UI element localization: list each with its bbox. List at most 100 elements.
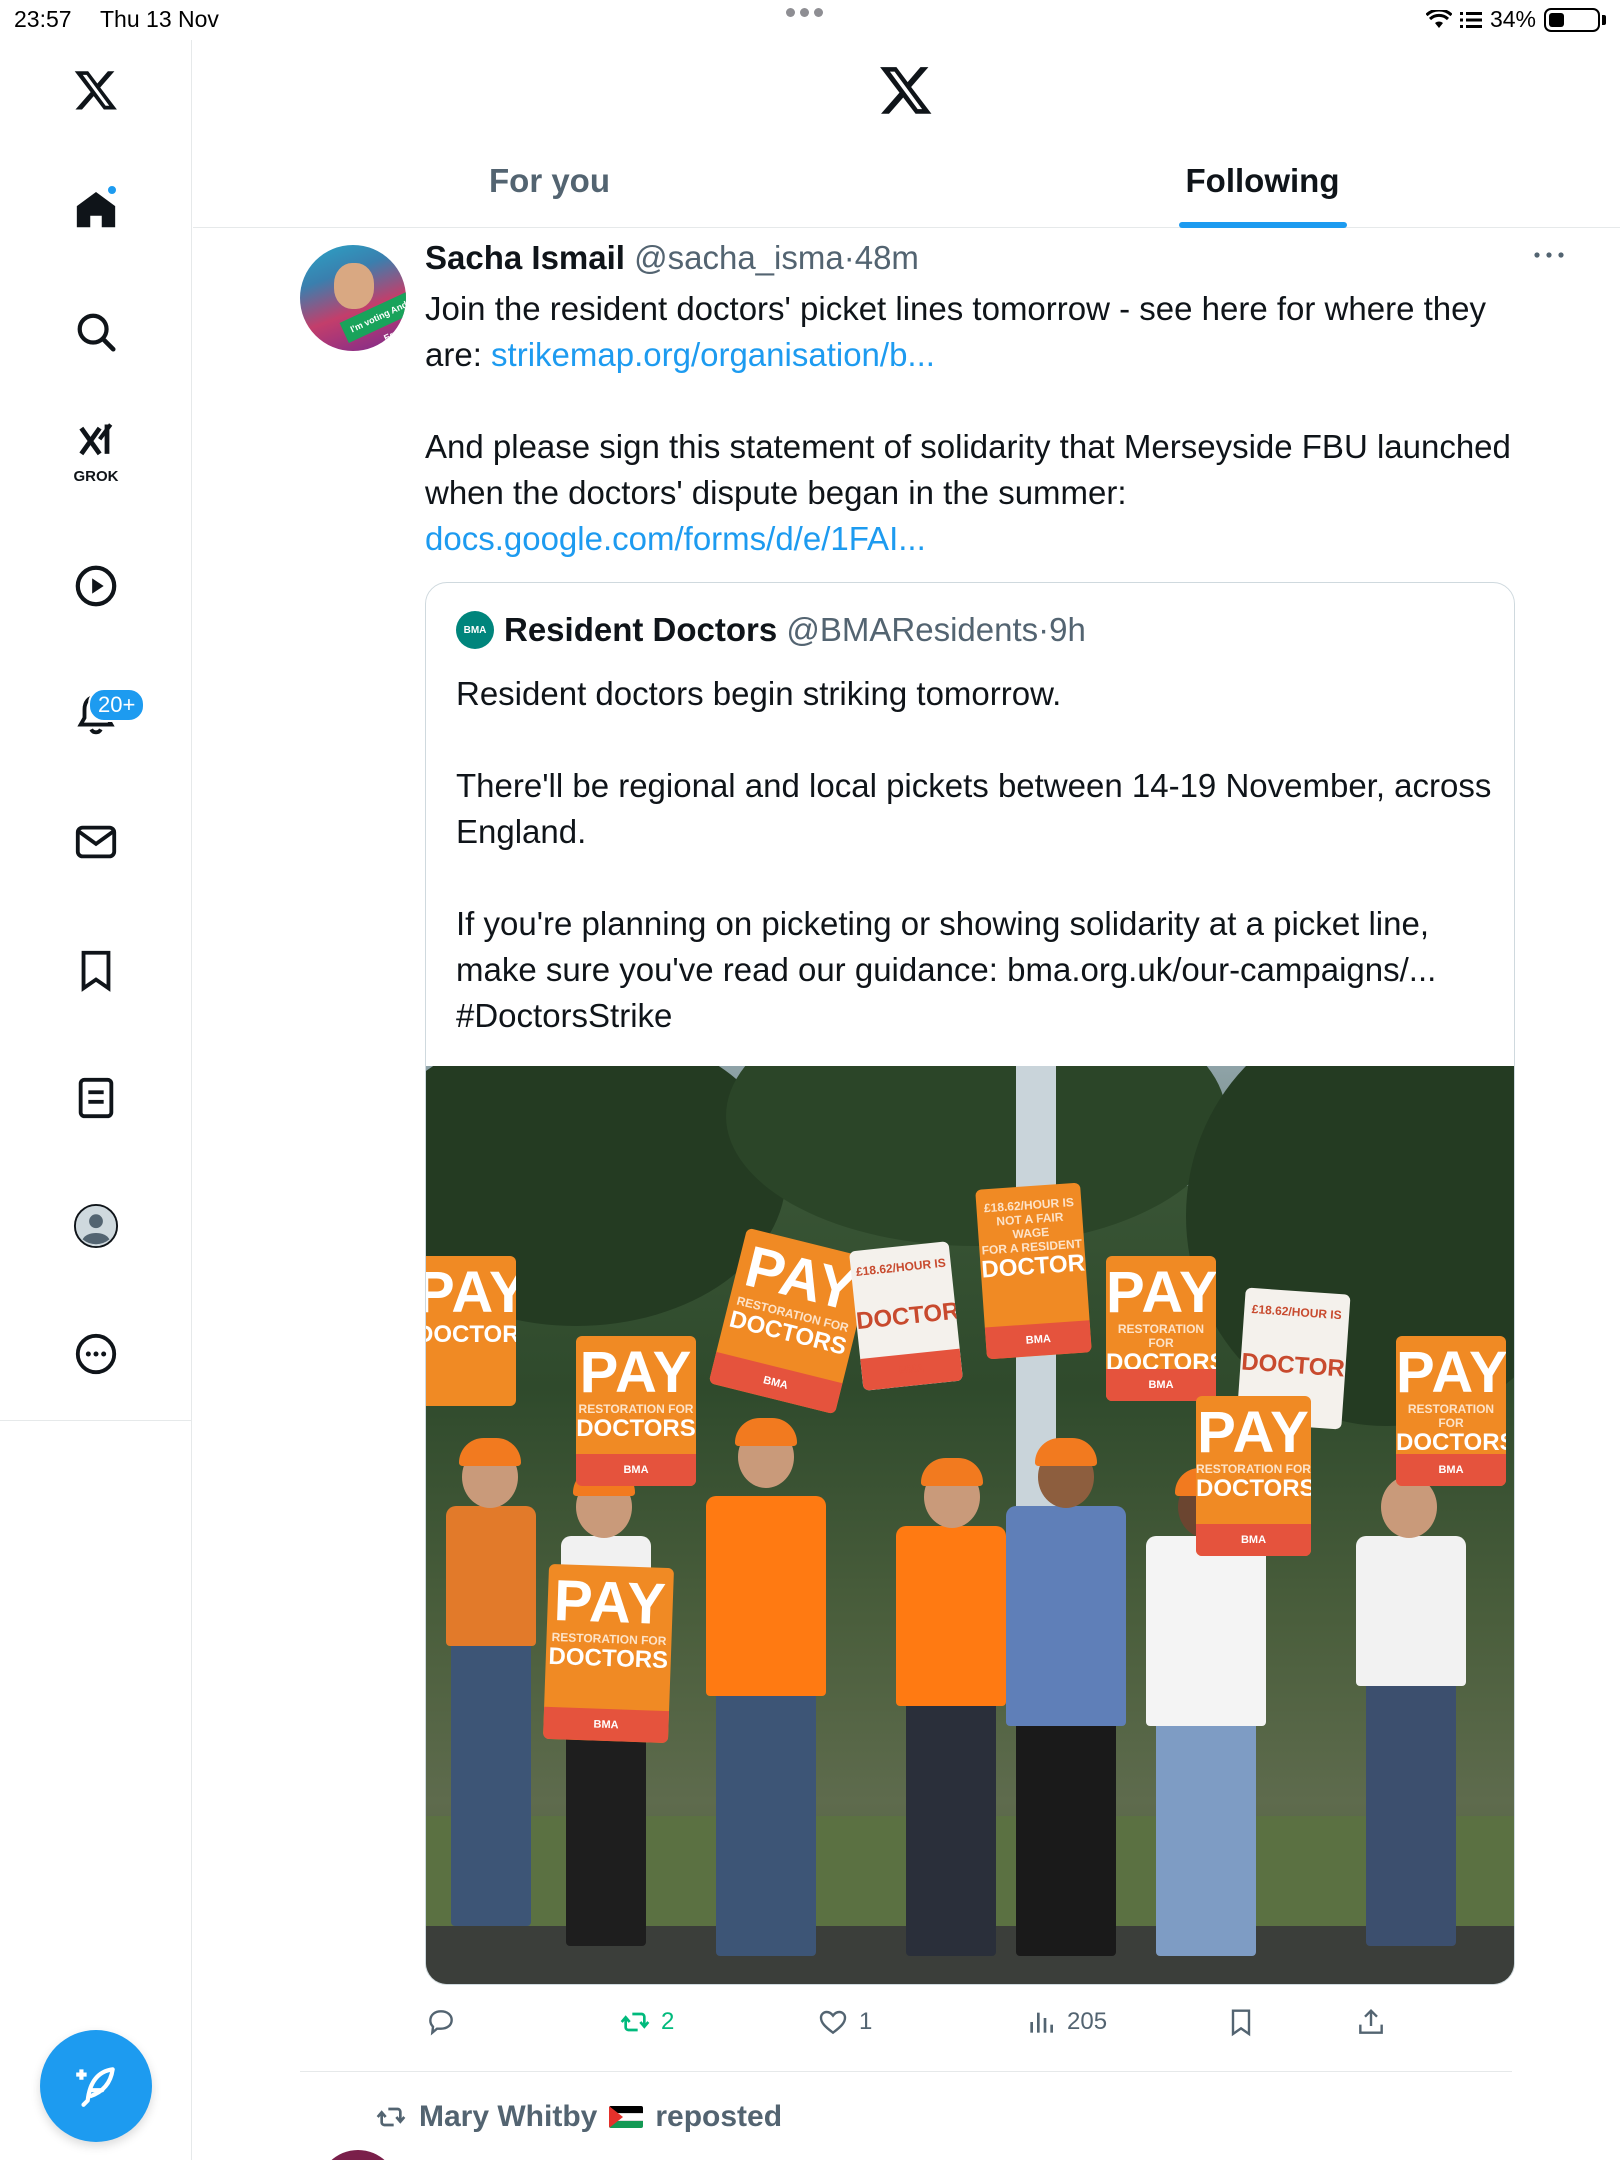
photo-sign: PAY RESTORATION FOR DOCTORS BMA (1106, 1256, 1216, 1401)
sidebar-divider (0, 1420, 192, 1421)
tweet-header: Sacha Ismail @sacha_isma·48m (425, 239, 919, 277)
bookmark-icon[interactable] (66, 940, 126, 1000)
sign-doctor: DOCTOR (980, 1249, 1086, 1284)
status-bar: 23:57 Thu 13 Nov 34% (0, 0, 1620, 40)
photo-person-torso (1356, 1536, 1466, 1686)
tab-for-you-label: For you (489, 162, 610, 199)
quote-hashtag[interactable]: #DoctorsStrike (456, 993, 1496, 1039)
quote-separator-dot: · (1038, 611, 1050, 648)
mail-icon[interactable] (66, 812, 126, 872)
views-count: 205 (1067, 2008, 1108, 2035)
photo-person-legs (716, 1666, 816, 1956)
views-button[interactable]: 205 (1025, 2006, 1107, 2038)
battery-icon (1544, 7, 1600, 32)
bell-icon[interactable]: 20+ (66, 684, 146, 744)
quote-author-handle[interactable]: @BMAResidents (786, 611, 1038, 649)
bookmark-button[interactable] (1225, 2006, 1257, 2038)
quoted-tweet[interactable]: BMA Resident Doctors @BMAResidents · 9h Re… (425, 582, 1515, 1985)
photo-person-torso (446, 1506, 536, 1646)
sign-doctors: DOCTORS (1396, 1429, 1506, 1456)
more-circle-icon[interactable] (66, 1324, 126, 1384)
repost-indicator[interactable]: Mary Whitby reposted (375, 2100, 782, 2134)
tweet-time[interactable]: 48m (855, 239, 919, 276)
search-icon[interactable] (66, 302, 126, 362)
quote-avatar[interactable]: BMA (456, 611, 494, 649)
heart-icon (819, 2010, 847, 2035)
sign-restoration: RESTORATION FOR (1407, 1402, 1495, 1430)
home-unread-dot (106, 184, 118, 196)
photo-sign: PAY RESTORATION FOR DOCTORS BMA (1196, 1396, 1311, 1556)
reposter-name[interactable]: Mary Whitby (419, 2100, 597, 2134)
sign-restoration: RESTORATION FOR (1196, 1462, 1311, 1476)
sign-pay: PAY (426, 1260, 516, 1325)
grok-icon[interactable]: GROK (66, 420, 126, 485)
video-icon[interactable] (66, 556, 126, 616)
photo-person-torso (1146, 1536, 1266, 1726)
tab-for-you[interactable]: For you (193, 140, 906, 228)
separator-dot: · (843, 239, 855, 276)
photo-person-legs (1156, 1706, 1256, 1956)
retweet-count: 2 (661, 2008, 675, 2035)
sign-bma: BMA (542, 1706, 670, 1744)
tweet-divider (300, 2071, 1512, 2072)
tab-following[interactable]: Following (906, 140, 1619, 228)
sign-wage1: £18.62/HOUR IS (1251, 1301, 1343, 1323)
tweet-link-google-form[interactable]: docs.google.com/forms/d/e/1FAI... (425, 520, 926, 557)
quote-header: BMA Resident Doctors @BMAResidents · 9h (456, 611, 1086, 649)
share-button[interactable] (1355, 2006, 1387, 2038)
sign-pay: PAY (579, 1340, 693, 1405)
sign-restoration: RESTORATION FOR (1117, 1322, 1205, 1350)
author-handle[interactable]: @sacha_isma (634, 239, 844, 276)
x-logo-icon[interactable] (66, 60, 126, 120)
lists-icon[interactable] (66, 1068, 126, 1128)
quote-para1: Resident doctors begin striking tomorrow… (456, 675, 1062, 712)
photo-person-legs (451, 1626, 531, 1926)
sign-bma: BMA (576, 1454, 696, 1486)
compose-button[interactable] (40, 2030, 152, 2142)
quote-photo[interactable]: PAY DOCTORS PAY RESTORATION FOR DOCTORS … (426, 1066, 1514, 1984)
reply-button[interactable] (425, 2006, 467, 2038)
avatar[interactable] (318, 2150, 398, 2160)
multitasking-dots-icon[interactable] (786, 8, 823, 17)
status-time: 23:57 (14, 6, 72, 32)
profile-icon[interactable] (66, 1196, 126, 1256)
sign-doctors: DOCTORS (1196, 1475, 1311, 1502)
share-icon (1359, 2008, 1383, 2034)
photo-sign: PAY RESTORATION FOR DOCTORS BMA (576, 1336, 696, 1486)
quote-para3: If you're planning on picketing or showi… (456, 905, 1437, 988)
notifications-badge: 20+ (88, 688, 146, 722)
more-options-icon[interactable] (1529, 243, 1569, 267)
retweet-button[interactable]: 2 (619, 2006, 674, 2038)
avatar[interactable]: I'm voting Andrea Egan (300, 245, 406, 351)
compose-feather-icon (76, 2067, 115, 2107)
grok-label: GROK (73, 468, 119, 485)
active-tab-indicator (1178, 222, 1347, 228)
sign-doctor: DOCTOR (854, 1297, 961, 1336)
photo-sign: £18.62/HOUR IS NOT A FAIR WAGE FOR A RES… (975, 1182, 1092, 1360)
photo-person-vest (896, 1526, 1006, 1706)
home-icon[interactable] (66, 180, 126, 240)
tweet-link-strikemap[interactable]: strikemap.org/organisation/b... (491, 336, 935, 373)
sign-bma: BMA (708, 1351, 843, 1415)
timeline-header: For you Following (193, 40, 1620, 228)
views-chart-icon (1030, 2012, 1053, 2033)
photo-tree (726, 1066, 1226, 1246)
author-name[interactable]: Sacha Ismail (425, 239, 625, 276)
sign-bma: BMA (984, 1320, 1092, 1360)
photo-person-legs (1366, 1666, 1456, 1946)
quote-time: 9h (1049, 611, 1086, 648)
reply-icon (429, 2010, 453, 2036)
sign-bma: BMA (1196, 1524, 1311, 1556)
tweet-actions: 2 1 205 (425, 2006, 1515, 2056)
quote-author-name[interactable]: Resident Doctors (504, 611, 777, 649)
avatar-face (334, 263, 374, 309)
x-logo-icon[interactable] (878, 62, 934, 118)
sign-wage1: £18.62/HOUR IS (855, 1255, 947, 1279)
sign-doctors: DOCTORS (548, 1642, 669, 1675)
retweet-icon (376, 2107, 406, 2127)
like-button[interactable]: 1 (817, 2006, 872, 2038)
photo-sign: PAY RESTORATION FOR DOCTORS BMA (1396, 1336, 1506, 1486)
sign-pay: PAY (1197, 1400, 1310, 1465)
photo-person-vest (706, 1496, 826, 1696)
battery-tip (1602, 14, 1606, 25)
